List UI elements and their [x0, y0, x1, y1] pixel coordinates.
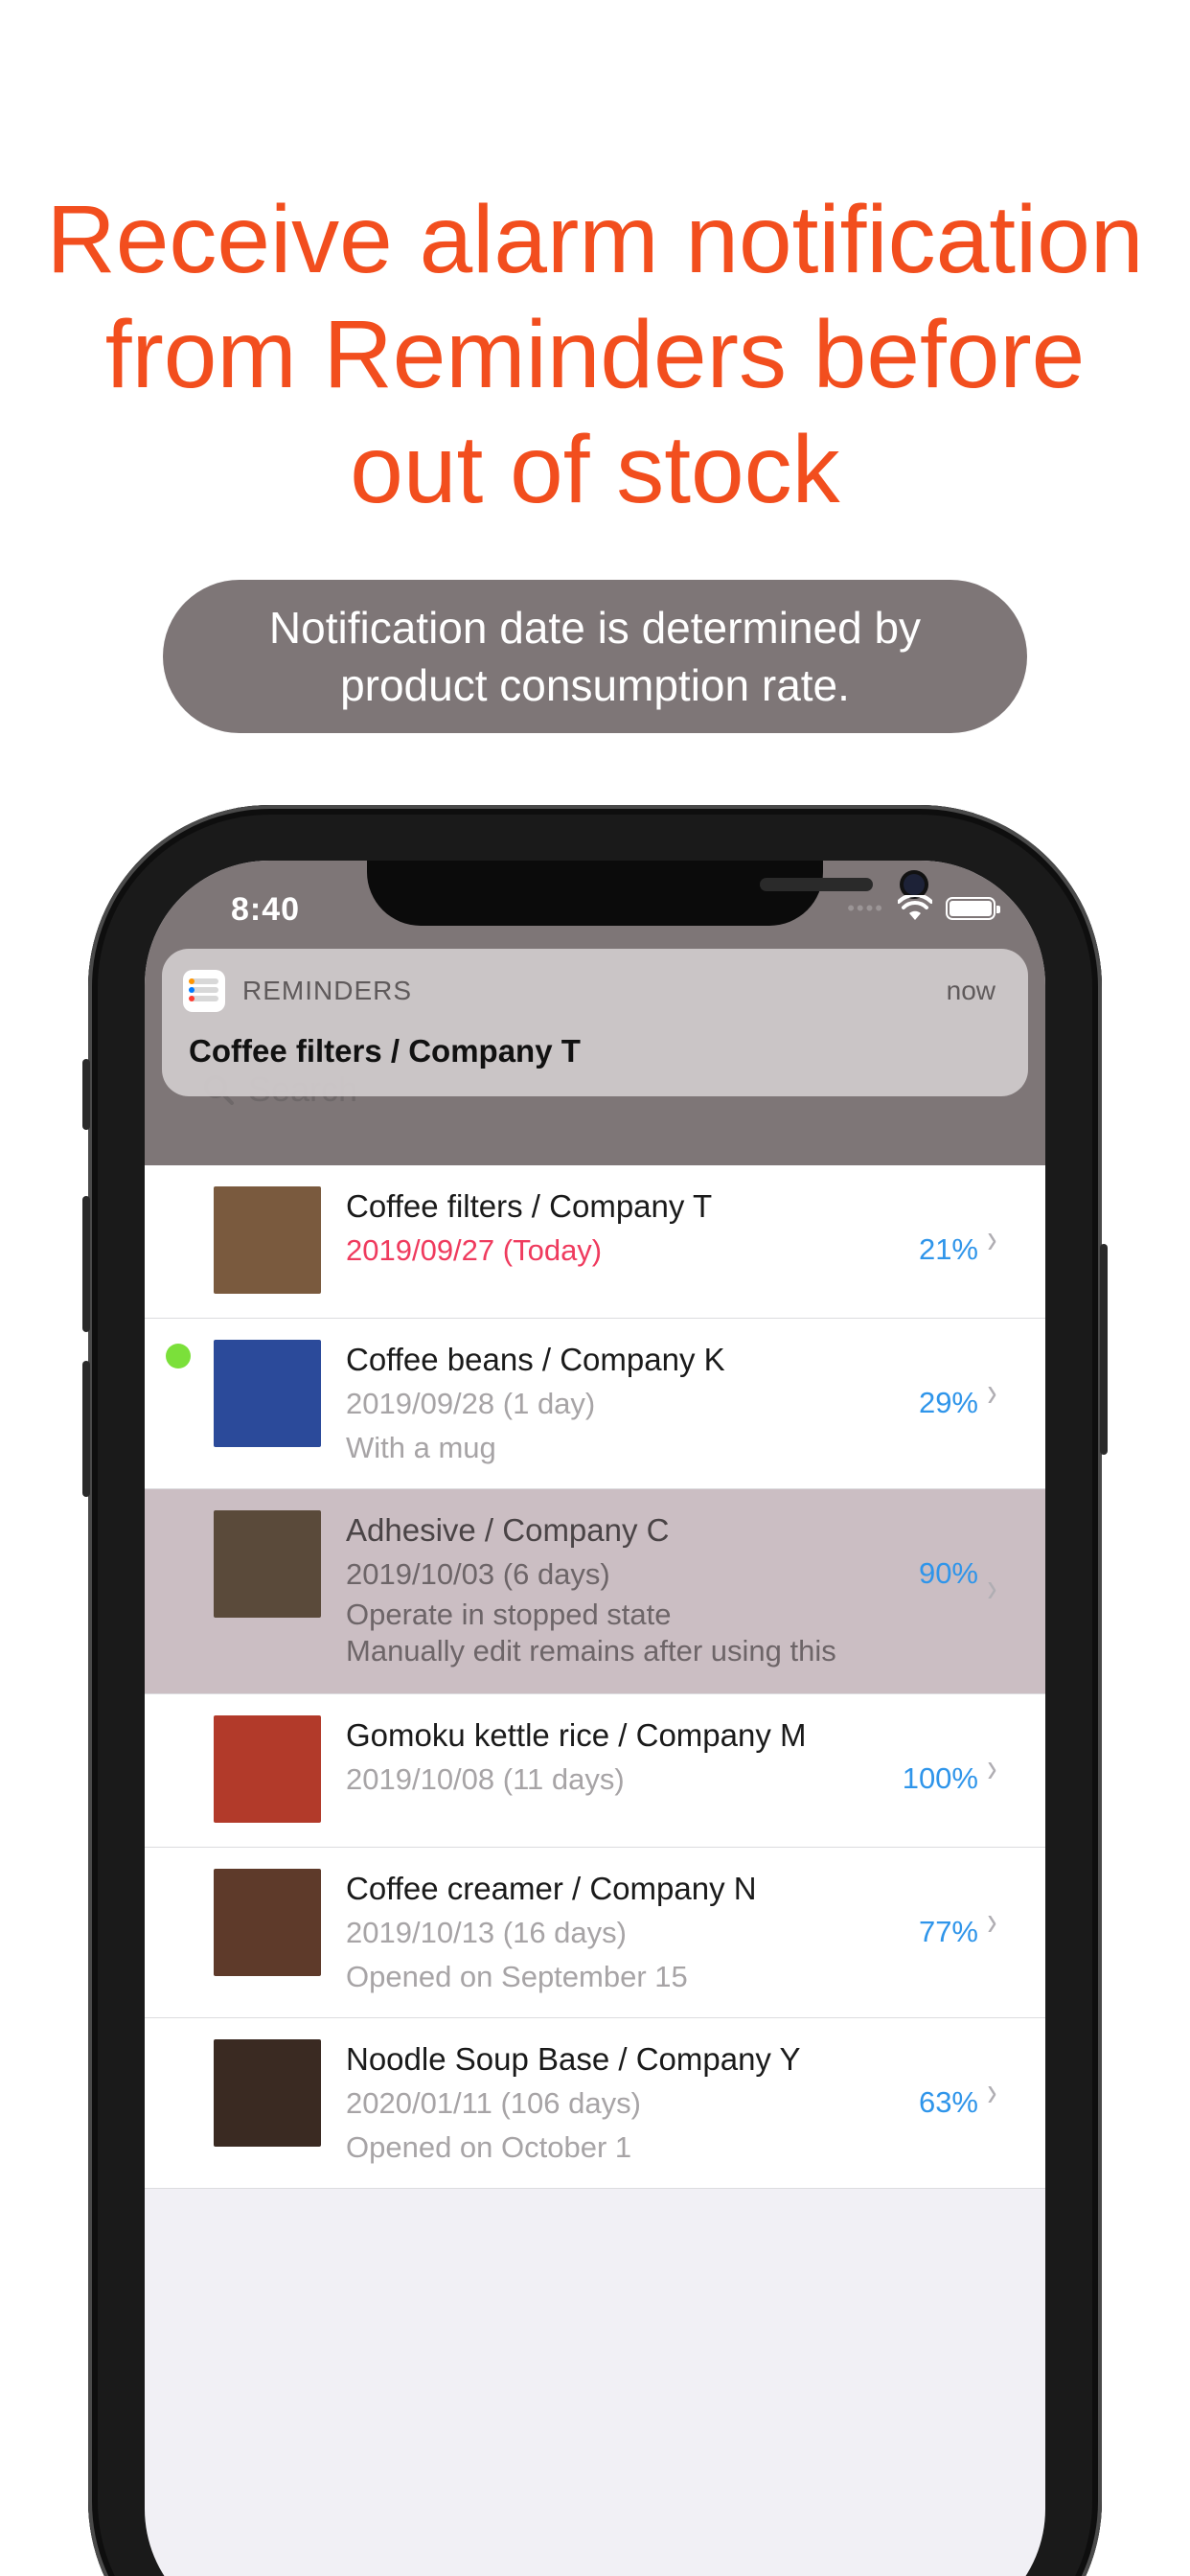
list-item-selected[interactable]: Adhesive / Company C 2019/10/03 (6 days)… [145, 1489, 1045, 1694]
item-note: Opened on October 1 [346, 2130, 632, 2164]
list-item[interactable]: Gomoku kettle rice / Company M 2019/10/0… [145, 1694, 1045, 1848]
chevron-right-icon: › [987, 1564, 997, 1611]
product-thumbnail [214, 1869, 321, 1976]
volume-up-button [82, 1196, 90, 1332]
list-item[interactable]: Coffee beans / Company K 2019/09/28 (1 d… [145, 1319, 1045, 1489]
mute-switch [82, 1059, 90, 1130]
reminders-app-icon [183, 970, 225, 1012]
headline-line: Receive alarm notification [46, 186, 1144, 293]
chevron-right-icon: › [987, 1898, 997, 1944]
list-item[interactable]: Coffee creamer / Company N 2019/10/13 (1… [145, 1848, 1045, 2018]
item-note: Opened on September 15 [346, 1960, 688, 1993]
front-camera [904, 874, 925, 895]
wifi-icon [898, 895, 932, 920]
status-time: 8:40 [231, 891, 301, 928]
notification-time: now [946, 976, 995, 1005]
product-thumbnail [214, 1340, 321, 1447]
item-percent: 100% [902, 1761, 978, 1795]
item-percent: 29% [918, 1386, 978, 1419]
item-title: Coffee beans / Company K [346, 1342, 725, 1377]
notification-title: Coffee filters / Company T [189, 1033, 581, 1069]
item-date: 2019/09/27 (Today) [346, 1233, 603, 1267]
reminder-notification[interactable]: REMINDERS now Coffee filters / Company T [162, 949, 1028, 1096]
item-percent: 63% [918, 2085, 978, 2119]
item-note: Manually edit remains after using this [346, 1634, 836, 1668]
item-percent: 21% [918, 1232, 978, 1266]
chevron-right-icon: › [987, 1744, 997, 1791]
item-note: Operate in stopped state [346, 1598, 672, 1631]
speaker-grille [760, 878, 873, 891]
item-title: Gomoku kettle rice / Company M [346, 1717, 807, 1753]
list-item[interactable]: Noodle Soup Base / Company Y 2020/01/11 … [145, 2018, 1045, 2189]
item-date: 2019/09/28 (1 day) [346, 1387, 596, 1420]
headline-line: out of stock [350, 416, 840, 523]
product-list: Coffee filters / Company T 2019/09/27 (T… [145, 1165, 1045, 2189]
headline: Receive alarm notification from Reminder… [38, 182, 1152, 527]
caption-pill: Notification date is determined by produ… [163, 580, 1027, 733]
notch [367, 861, 925, 926]
list-item[interactable]: Coffee filters / Company T 2019/09/27 (T… [145, 1165, 1045, 1319]
power-button [1100, 1244, 1108, 1455]
chevron-right-icon: › [987, 1368, 997, 1415]
status-icons: •••• [847, 895, 1000, 922]
item-date: 2019/10/13 (16 days) [346, 1916, 627, 1949]
cellular-signal-icon: •••• [847, 896, 884, 920]
product-thumbnail [214, 1186, 321, 1294]
item-title: Adhesive / Company C [346, 1512, 670, 1548]
caption-line: product consumption rate. [340, 660, 850, 710]
item-percent: 77% [918, 1915, 978, 1948]
volume-down-button [82, 1361, 90, 1497]
phone-screen: 8:40 •••• Search REMINDERS now Coffee fi… [145, 861, 1045, 2576]
product-thumbnail [214, 2039, 321, 2147]
item-note: With a mug [346, 1431, 496, 1464]
product-thumbnail [214, 1715, 321, 1823]
item-date: 2020/01/11 (106 days) [346, 2086, 641, 2120]
status-dot-icon [166, 1344, 191, 1368]
chevron-right-icon: › [987, 2068, 997, 2115]
item-percent: 90% [918, 1556, 978, 1590]
product-thumbnail [214, 1510, 321, 1618]
notification-app-name: REMINDERS [242, 976, 413, 1005]
headline-line: from Reminders before [104, 301, 1086, 408]
item-date: 2019/10/03 (6 days) [346, 1557, 610, 1591]
item-title: Coffee creamer / Company N [346, 1871, 757, 1906]
item-date: 2019/10/08 (11 days) [346, 1762, 625, 1796]
item-title: Noodle Soup Base / Company Y [346, 2041, 801, 2077]
item-title: Coffee filters / Company T [346, 1188, 713, 1224]
battery-icon [946, 897, 1000, 920]
chevron-right-icon: › [987, 1215, 997, 1262]
caption-line: Notification date is determined by [268, 603, 922, 653]
